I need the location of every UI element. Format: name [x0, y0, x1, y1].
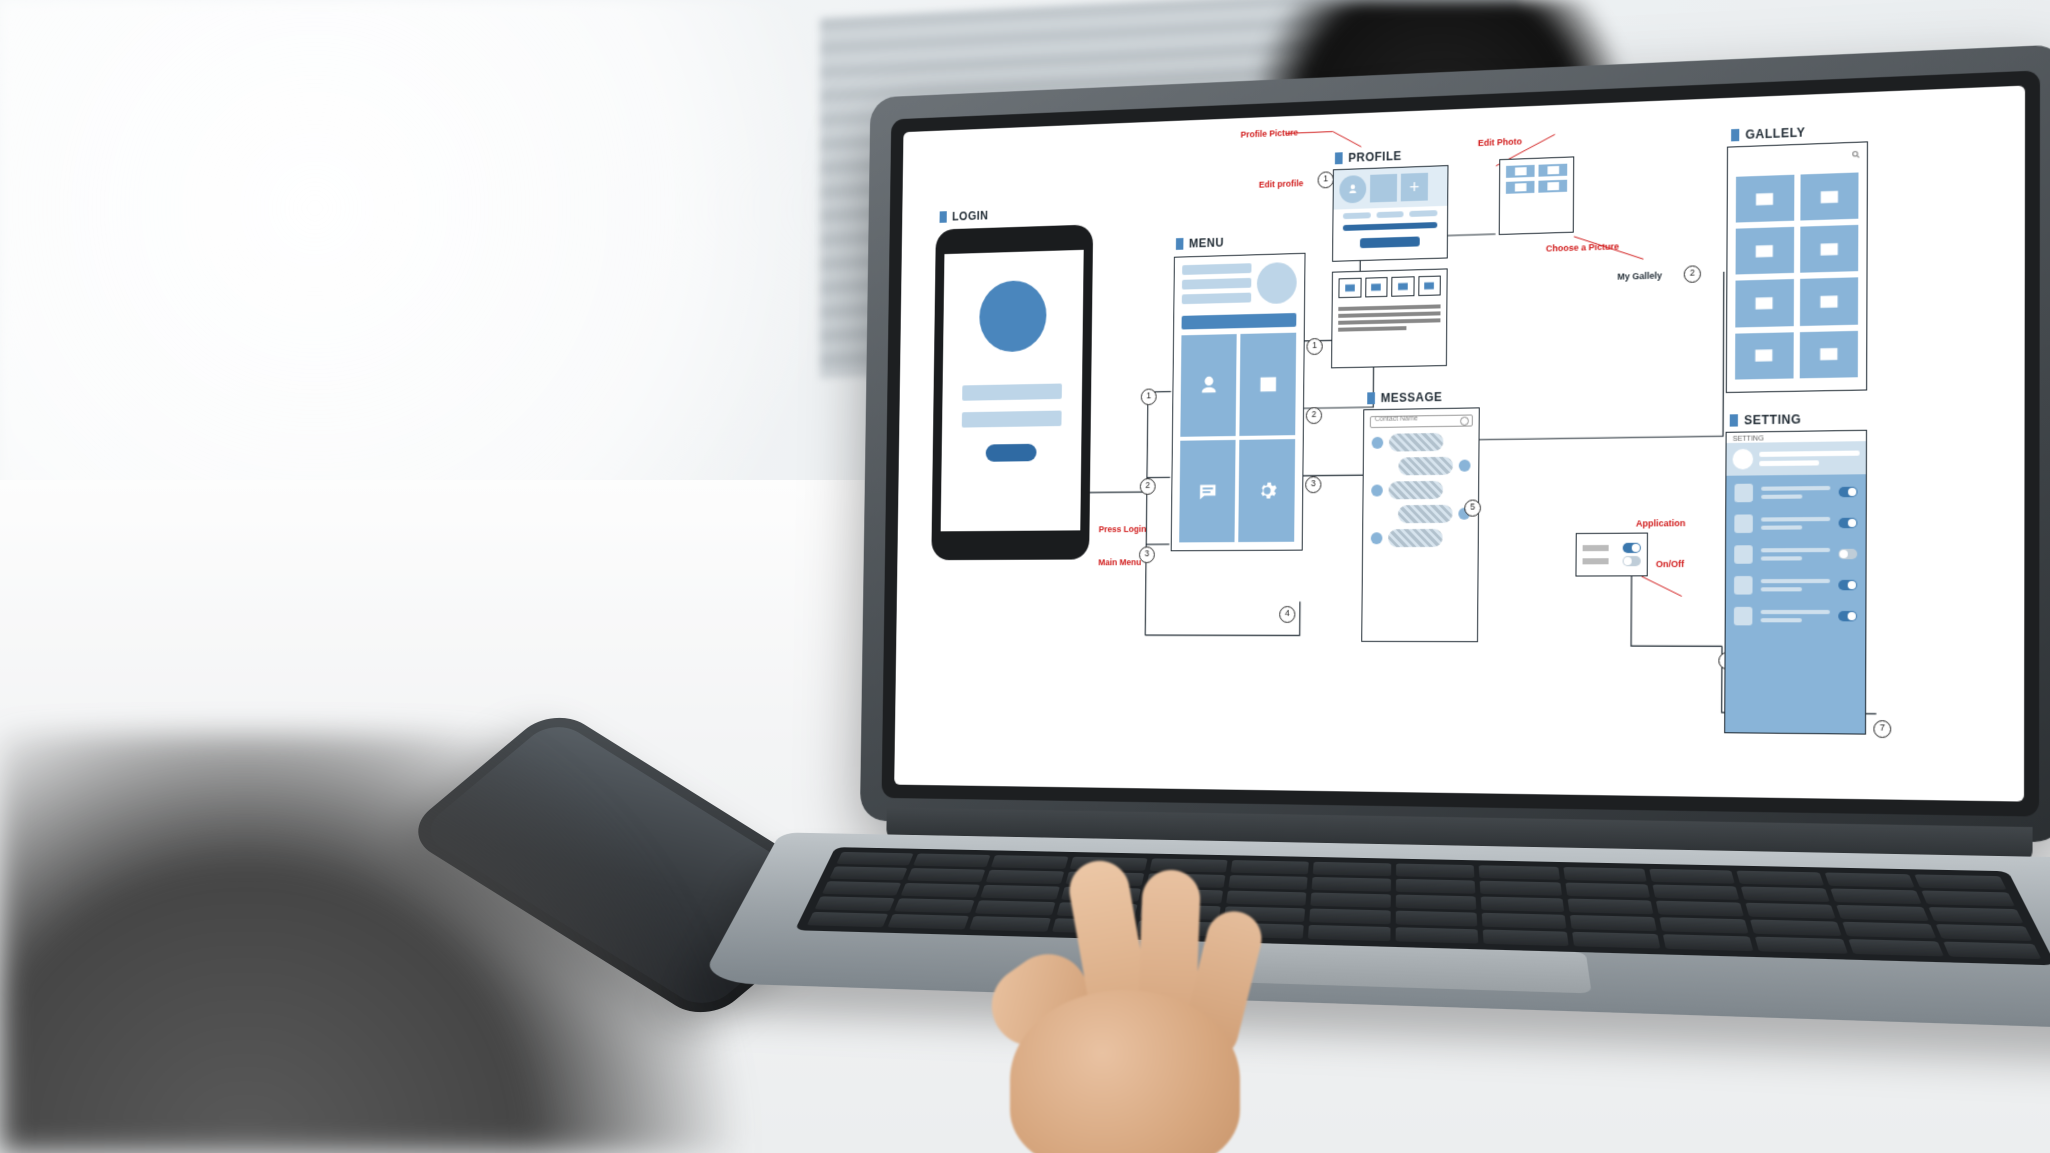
photo-slot[interactable]	[1370, 174, 1397, 203]
image-icon	[1418, 276, 1441, 296]
menu-screen[interactable]	[1171, 253, 1306, 551]
user-shoulder	[0, 733, 820, 1153]
node-7: 7	[1873, 720, 1891, 738]
setting-item-icon	[1734, 484, 1753, 503]
image-icon	[1391, 276, 1414, 296]
annotation-profile-picture: Profile Picture	[1241, 128, 1299, 140]
annotation-edit-profile: Edit profile	[1259, 178, 1304, 189]
search-icon	[1460, 417, 1469, 426]
toggle-on[interactable]	[1623, 543, 1641, 553]
password-field[interactable]	[962, 411, 1062, 428]
toggle[interactable]	[1839, 487, 1858, 498]
profile-article[interactable]	[1331, 268, 1448, 368]
node-2c: 2	[1684, 265, 1701, 283]
chat-bubble[interactable]	[1389, 481, 1444, 500]
annotation-choose-picture: Choose a Picture	[1546, 241, 1619, 253]
annotation-application: Application	[1636, 518, 1686, 529]
node-3b: 3	[1305, 476, 1321, 493]
login-screen[interactable]	[931, 224, 1093, 560]
save-profile-button[interactable]	[1360, 236, 1420, 248]
message-title: MESSAGE	[1367, 390, 1442, 405]
toggle[interactable]	[1838, 611, 1857, 621]
user-icon	[1339, 175, 1366, 204]
profile-title: PROFILE	[1335, 149, 1402, 165]
screen-bezel: LOGIN Press Login Main Menu 1 2 3	[882, 70, 2040, 816]
photo-scene: LOGIN Press Login Main Menu 1 2 3	[0, 0, 2050, 1153]
toggle[interactable]	[1838, 549, 1857, 559]
node-4: 4	[1279, 606, 1295, 623]
hand-on-trackpad	[970, 880, 1290, 1153]
laptop-base	[699, 832, 2050, 1031]
avatar-icon	[1372, 437, 1384, 449]
contact-search[interactable]: Contact Name	[1370, 414, 1473, 428]
toggle-off[interactable]	[1623, 556, 1641, 566]
setting-screen[interactable]: SETTING	[1724, 430, 1867, 735]
avatar-icon	[979, 280, 1047, 353]
avatar-icon	[1371, 532, 1383, 544]
chat-bubble[interactable]	[1398, 505, 1453, 523]
profile-thumb-icon	[1257, 262, 1297, 304]
message-screen[interactable]: Contact Name	[1361, 407, 1480, 642]
menu-title: MENU	[1176, 236, 1224, 251]
image-icon[interactable]	[1799, 330, 1858, 378]
node-2: 2	[1140, 478, 1156, 495]
menu-tile-settings[interactable]	[1238, 439, 1295, 542]
image-icon	[1506, 165, 1535, 178]
edit-photo-screen[interactable]	[1499, 156, 1575, 235]
backdrop-window	[0, 0, 900, 520]
node-1b: 1	[1306, 338, 1322, 355]
image-icon[interactable]	[1799, 278, 1858, 326]
chat-bubble[interactable]	[1389, 433, 1443, 452]
image-icon[interactable]	[1800, 172, 1859, 220]
image-icon[interactable]	[1800, 225, 1859, 273]
avatar-icon	[1371, 485, 1383, 497]
image-icon[interactable]	[1735, 332, 1793, 379]
menu-tile-image[interactable]	[1239, 333, 1296, 436]
image-icon[interactable]	[1736, 227, 1794, 275]
menu-tile-user[interactable]	[1180, 334, 1236, 437]
wireframe-flowchart: LOGIN Press Login Main Menu 1 2 3	[894, 86, 2025, 802]
username-field[interactable]	[962, 383, 1062, 400]
node-1: 1	[1141, 388, 1157, 405]
node-2b: 2	[1306, 407, 1322, 424]
setting-title: SETTING	[1730, 412, 1801, 427]
image-icon	[1365, 277, 1388, 297]
setting-item-icon	[1734, 607, 1753, 626]
login-title: LOGIN	[940, 209, 989, 224]
toggle[interactable]	[1839, 518, 1858, 528]
annotation-on-off: On/Off	[1656, 559, 1684, 569]
node-3: 3	[1139, 546, 1155, 563]
image-icon	[1338, 278, 1361, 298]
laptop-screen: LOGIN Press Login Main Menu 1 2 3	[894, 86, 2025, 802]
search-bar[interactable]	[1182, 313, 1297, 330]
application-toggle-card[interactable]	[1575, 533, 1648, 577]
image-icon	[1538, 180, 1567, 193]
image-icon[interactable]	[1736, 175, 1794, 223]
laptop-lid: LOGIN Press Login Main Menu 1 2 3	[860, 44, 2050, 842]
gallery-title: GALLELY	[1731, 125, 1805, 142]
menu-tile-message[interactable]	[1179, 440, 1235, 543]
image-icon[interactable]	[1735, 279, 1793, 327]
avatar-icon	[1733, 449, 1754, 470]
setting-item-icon	[1734, 545, 1753, 564]
annotation-press-login: Press Login	[1099, 524, 1147, 534]
annotation-main-menu: Main Menu	[1098, 557, 1141, 567]
chat-bubble[interactable]	[1388, 529, 1443, 547]
chat-bubble[interactable]	[1398, 457, 1453, 476]
setting-item-icon	[1734, 514, 1753, 533]
gallery-screen[interactable]	[1726, 141, 1868, 393]
annotation-my-gallery: My Gallely	[1617, 270, 1662, 281]
add-photo-button[interactable]: +	[1401, 173, 1428, 202]
annotation-edit-photo: Edit Photo	[1478, 136, 1522, 148]
image-icon	[1538, 164, 1567, 177]
setting-item-icon	[1734, 576, 1753, 595]
image-icon	[1506, 181, 1535, 194]
login-button[interactable]	[986, 444, 1037, 462]
profile-screen[interactable]: +	[1332, 165, 1448, 262]
avatar-icon	[1459, 460, 1471, 472]
toggle[interactable]	[1838, 580, 1857, 590]
node-1c: 1	[1318, 171, 1334, 188]
